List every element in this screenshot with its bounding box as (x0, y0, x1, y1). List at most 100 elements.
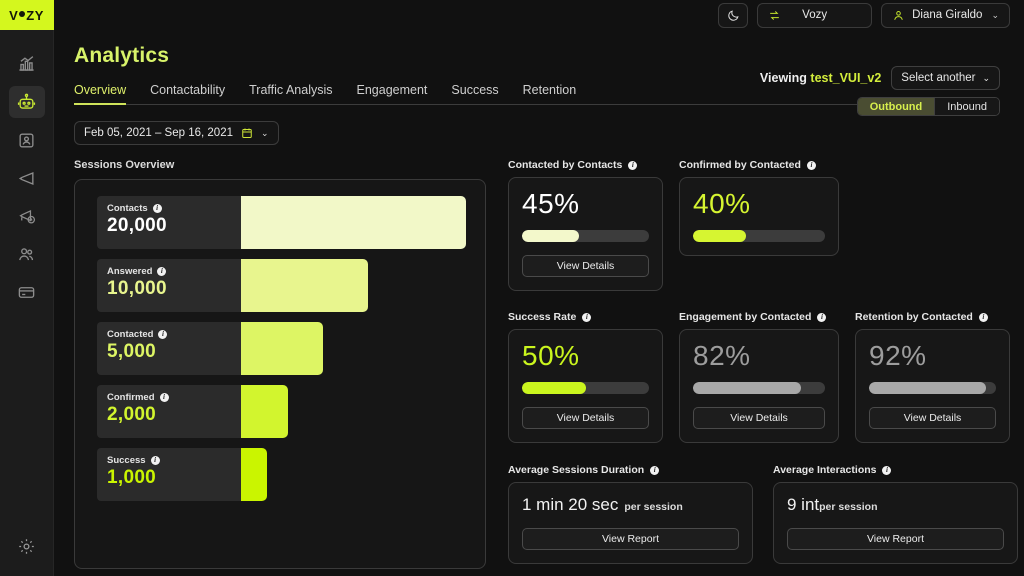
tab-success[interactable]: Success (451, 83, 498, 104)
funnel-bar-value: 1,000 (107, 467, 157, 488)
funnel-bar-row[interactable]: Confirmed i 2,000 (97, 385, 473, 438)
kpi-engagement-by-contacted: Engagement by Contacted i 82% View Detai… (679, 311, 839, 443)
user-menu-button[interactable]: Diana Giraldo ⌄ (881, 2, 1010, 28)
swap-icon (768, 9, 781, 22)
view-details-button[interactable]: View Details (522, 255, 649, 277)
kpi-card: 82% View Details (679, 329, 839, 443)
sidebar-item-scheduling[interactable] (9, 200, 45, 232)
info-icon[interactable]: i (150, 456, 160, 465)
kpi-value: 45% (522, 188, 580, 219)
segment-inbound[interactable]: Inbound (934, 98, 999, 115)
campaign-schedule-icon (17, 207, 36, 226)
kpi-value: 9 int (787, 495, 820, 514)
kpi-confirmed-by-contacted: Confirmed by Contacted i 40% (679, 159, 839, 291)
sidebar-item-assistants[interactable] (8, 86, 45, 118)
analytics-chart-icon (17, 55, 36, 74)
funnel-bar-fill (241, 322, 323, 375)
funnel-bar-row[interactable]: Contacts i 20,000 (97, 196, 473, 249)
workspace-switcher-button[interactable]: Vozy (757, 2, 873, 28)
kpi-title: Contacted by Contacts (508, 159, 623, 171)
kpi-row-1: Contacted by Contacts i 45% View Details (508, 159, 1018, 291)
kpi-title-row: Average Interactions i (773, 464, 1018, 476)
tab-overview[interactable]: Overview (74, 83, 127, 105)
sidebar-item-campaigns[interactable] (9, 162, 45, 194)
tab-contactability[interactable]: Contactability (150, 83, 225, 104)
info-icon[interactable]: i (157, 267, 167, 276)
kpi-progress-fill (693, 382, 802, 394)
view-details-button[interactable]: View Details (522, 407, 649, 429)
chevron-down-icon: ⌄ (982, 72, 990, 83)
sidebar-item-settings[interactable] (9, 530, 45, 562)
tab-engagement[interactable]: Engagement (357, 83, 428, 104)
sidebar-item-analytics[interactable] (9, 48, 45, 80)
funnel-bar-value: 10,000 (107, 278, 167, 299)
select-another-button[interactable]: Select another ⌄ (891, 66, 1000, 90)
info-icon[interactable]: i (650, 465, 660, 475)
funnel-bar-value: 20,000 (107, 215, 167, 236)
chevron-down-icon: ⌄ (260, 127, 269, 138)
tab-retention[interactable]: Retention (523, 83, 577, 104)
kpi-progress-track (693, 230, 825, 242)
gear-icon (17, 537, 36, 556)
funnel-bar-fill (241, 196, 466, 249)
funnel-bar-name: Success (107, 455, 146, 466)
main-content: Vozy Diana Giraldo ⌄ Analytics Viewing t… (54, 0, 1024, 576)
info-icon[interactable]: i (882, 465, 892, 475)
funnel-bar-value: 5,000 (107, 341, 157, 362)
view-details-button[interactable]: View Details (869, 407, 996, 429)
viewing-label: Viewing test_VUI_v2 (760, 71, 881, 85)
kpi-success-rate: Success Rate i 50% View Details (508, 311, 663, 443)
funnel-bar-row[interactable]: Success i 1,000 (97, 448, 473, 501)
info-icon[interactable]: i (159, 393, 169, 402)
kpi-row-3: Average Sessions Duration i 1 min 20 sec… (508, 464, 1018, 564)
vozy-logo[interactable]: V ZY (0, 0, 54, 30)
funnel-bar-row[interactable]: Answered i 10,000 (97, 259, 473, 312)
viewing-prefix: Viewing (759, 71, 807, 85)
kpi-row-2: Success Rate i 50% View Details Engageme… (508, 311, 1018, 443)
info-icon[interactable]: i (582, 312, 592, 322)
view-report-button[interactable]: View Report (787, 528, 1004, 550)
kpi-progress-fill (522, 382, 586, 394)
users-group-icon (17, 245, 36, 264)
funnel-bar-row[interactable]: Contacted i 5,000 (97, 322, 473, 375)
funnel-bar-name-row: Contacted i (107, 329, 231, 340)
kpi-duration-line: 1 min 20 sec per session (522, 495, 739, 515)
kpi-title: Confirmed by Contacted (679, 159, 801, 171)
kpi-title: Average Sessions Duration (508, 464, 645, 476)
view-report-button[interactable]: View Report (522, 528, 739, 550)
info-icon[interactable]: i (817, 312, 827, 322)
info-icon[interactable]: i (152, 204, 162, 213)
funnel-bar-name: Contacts (107, 203, 148, 214)
view-details-button[interactable]: View Details (693, 407, 825, 429)
theme-toggle-button[interactable] (718, 2, 749, 28)
funnel-bar-value: 2,000 (107, 404, 157, 425)
chevron-down-icon: ⌄ (991, 9, 999, 20)
date-range-picker[interactable]: Feb 05, 2021 – Sep 16, 2021 ⌄ (74, 121, 279, 145)
direction-segmented-control: Outbound Inbound (856, 97, 1000, 116)
info-icon[interactable]: i (158, 330, 168, 339)
tab-traffic-analysis[interactable]: Traffic Analysis (249, 83, 332, 104)
sidebar: V ZY (0, 0, 54, 576)
logo-text-zy: ZY (26, 7, 44, 23)
kpi-column: Contacted by Contacts i 45% View Details (508, 159, 1018, 569)
kpi-value: 1 min 20 sec (522, 495, 619, 514)
logo-text-v: V (9, 7, 19, 23)
kpi-progress-track (522, 230, 649, 242)
info-icon[interactable]: i (806, 160, 816, 170)
sidebar-item-billing[interactable] (9, 276, 45, 308)
kpi-average-sessions-duration: Average Sessions Duration i 1 min 20 sec… (508, 464, 753, 564)
info-icon[interactable]: i (978, 312, 988, 322)
funnel-bar-name-row: Answered i (107, 266, 231, 277)
page: Analytics Viewing test_VUI_v2 Select ano… (54, 44, 1024, 569)
kpi-progress-track (522, 382, 649, 394)
funnel-bar-label: Answered i 10,000 (97, 259, 241, 312)
info-icon[interactable]: i (628, 160, 638, 170)
sidebar-item-contacts[interactable] (9, 124, 45, 156)
user-icon (892, 9, 905, 22)
sidebar-item-team[interactable] (9, 238, 45, 270)
kpi-card: 40% (679, 177, 839, 256)
logo-dot-icon (19, 11, 26, 17)
funnel-bar-name: Confirmed (107, 392, 155, 403)
segment-outbound[interactable]: Outbound (857, 98, 935, 115)
viewing-row: Viewing test_VUI_v2 Select another ⌄ (760, 66, 1000, 90)
